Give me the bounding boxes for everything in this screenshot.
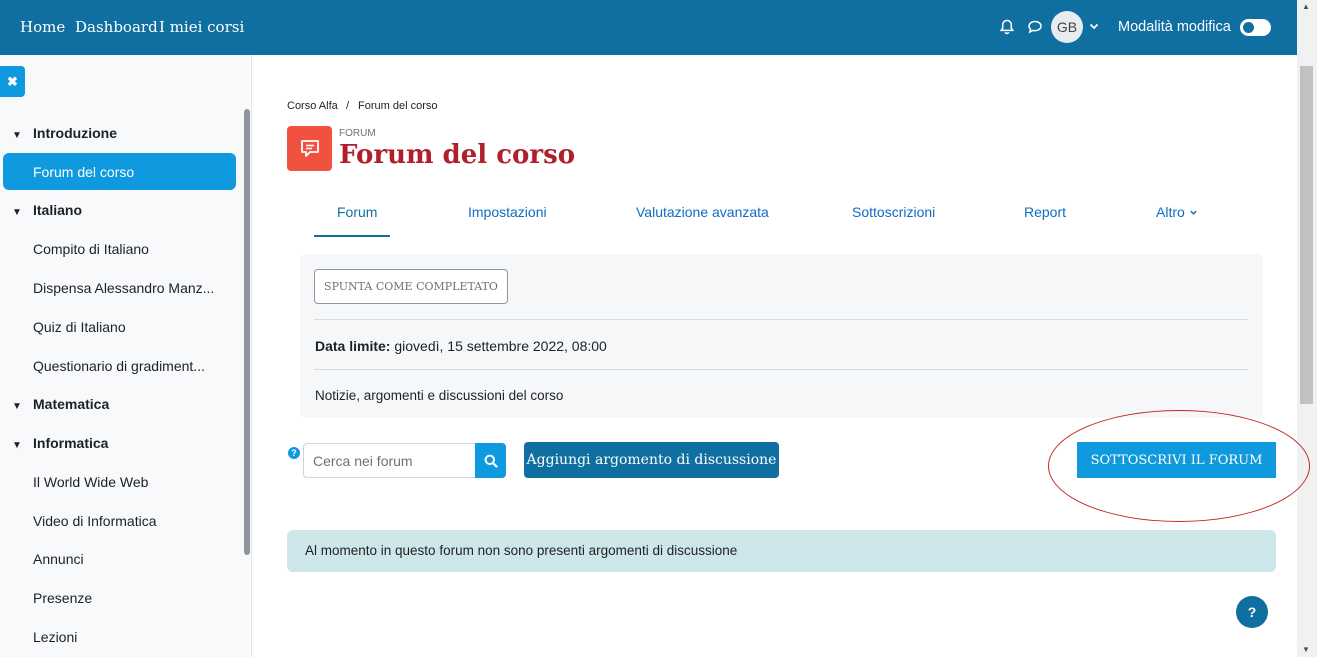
- drawer-item-forum-del-corso[interactable]: Forum del corso: [3, 153, 236, 190]
- search-forums-input[interactable]: [303, 443, 476, 478]
- search-button[interactable]: [475, 443, 506, 478]
- drawer-item-compito-italiano[interactable]: Compito di Italiano: [33, 241, 149, 257]
- section-introduzione[interactable]: ▼ Introduzione: [12, 125, 117, 141]
- chevron-down-icon: ▼: [12, 207, 22, 218]
- chevron-down-icon: ▼: [12, 440, 22, 451]
- active-tab-indicator: [314, 235, 390, 237]
- due-date-value: giovedì, 15 settembre 2022, 08:00: [394, 338, 607, 354]
- drawer-item-presenze[interactable]: Presenze: [33, 590, 92, 606]
- divider: [314, 319, 1248, 320]
- drawer-item-questionario[interactable]: Questionario di gradiment...: [33, 358, 205, 374]
- tab-forum[interactable]: Forum: [337, 204, 377, 220]
- scrollbar-thumb[interactable]: [1300, 66, 1313, 404]
- section-informatica[interactable]: ▼ Informatica: [12, 435, 108, 451]
- activity-type-label: FORUM: [339, 128, 376, 139]
- mark-complete-button[interactable]: SPUNTA COME COMPLETATO: [314, 269, 508, 304]
- top-navbar: Home Dashboard I miei corsi GB Modalità …: [0, 0, 1297, 55]
- forum-description: Notizie, argomenti e discussioni del cor…: [315, 388, 564, 403]
- no-discussions-alert: Al momento in questo forum non sono pres…: [287, 530, 1276, 572]
- section-italiano[interactable]: ▼ Italiano: [12, 202, 82, 218]
- search-help-icon[interactable]: ?: [288, 447, 300, 459]
- tab-report[interactable]: Report: [1024, 204, 1066, 220]
- add-discussion-button[interactable]: Aggiungi argomento di discussione: [524, 442, 779, 478]
- tab-valutazione-avanzata[interactable]: Valutazione avanzata: [636, 204, 769, 220]
- nav-home-link[interactable]: Home: [20, 18, 65, 36]
- breadcrumb-course-link[interactable]: Corso Alfa: [287, 100, 338, 112]
- highlight-annotation-ellipse: [1048, 410, 1310, 522]
- scroll-down-arrow-icon[interactable]: ▼: [1302, 645, 1310, 654]
- drawer-item-dispensa[interactable]: Dispensa Alessandro Manz...: [33, 280, 214, 296]
- search-icon: [484, 454, 498, 468]
- breadcrumb-separator: /: [346, 100, 350, 112]
- tab-impostazioni[interactable]: Impostazioni: [468, 204, 547, 220]
- chat-icon[interactable]: [1026, 18, 1044, 36]
- drawer-item-video-informatica[interactable]: Video di Informatica: [33, 513, 156, 529]
- nav-dashboard-link[interactable]: Dashboard: [75, 18, 158, 36]
- chevron-down-icon: ▼: [12, 401, 22, 412]
- drawer-item-annunci[interactable]: Annunci: [33, 551, 84, 567]
- drawer-scrollbar[interactable]: [244, 109, 250, 555]
- close-drawer-button[interactable]: ✖: [0, 66, 25, 97]
- tab-altro[interactable]: Altro: [1156, 204, 1198, 220]
- due-date-label: Data limite:: [315, 338, 391, 354]
- forum-icon: [287, 126, 332, 171]
- help-button[interactable]: ?: [1236, 596, 1268, 628]
- due-date: Data limite: giovedì, 15 settembre 2022,…: [315, 338, 607, 354]
- drawer-item-lezioni[interactable]: Lezioni: [33, 629, 77, 645]
- bell-icon[interactable]: [998, 18, 1016, 36]
- scroll-up-arrow-icon[interactable]: ▲: [1302, 2, 1310, 11]
- nav-my-courses-link[interactable]: I miei corsi: [159, 18, 244, 36]
- chevron-down-icon: ▼: [12, 130, 22, 141]
- chevron-down-icon: [1189, 210, 1197, 215]
- drawer-item-quiz-italiano[interactable]: Quiz di Italiano: [33, 319, 126, 335]
- edit-mode-toggle[interactable]: [1240, 19, 1271, 36]
- chevron-down-icon[interactable]: [1088, 20, 1100, 32]
- tab-sottoscrizioni[interactable]: Sottoscrizioni: [852, 204, 935, 220]
- drawer-item-world-wide-web[interactable]: Il World Wide Web: [33, 474, 148, 490]
- user-avatar[interactable]: GB: [1051, 11, 1083, 43]
- edit-mode-label: Modalità modifica: [1118, 19, 1231, 35]
- breadcrumb-current: Forum del corso: [358, 100, 438, 112]
- divider: [314, 369, 1248, 370]
- section-matematica[interactable]: ▼ Matematica: [12, 396, 109, 412]
- page-title: Forum del corso: [339, 140, 576, 170]
